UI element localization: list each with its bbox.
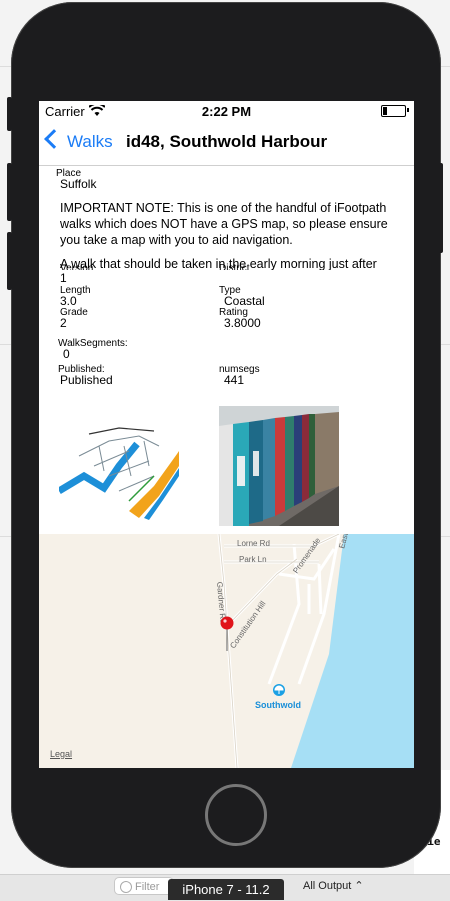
walk-description[interactable]: IMPORTANT NOTE: This is one of the handf… — [60, 200, 398, 270]
district-label: District — [219, 263, 250, 270]
map-road-label: Park Ln — [239, 555, 267, 564]
version-value: 1 — [60, 271, 67, 285]
volume-down-button — [7, 232, 12, 290]
navigation-bar: Walks id48, Southwold Harbour — [39, 121, 414, 166]
output-selector[interactable]: All Output ⌃ — [303, 879, 364, 892]
battery-icon — [381, 105, 406, 117]
filter-icon — [120, 881, 132, 893]
map-place-label: Southwold — [255, 700, 301, 710]
numsegs-value: 441 — [224, 373, 245, 387]
route-map-image[interactable] — [57, 406, 179, 526]
rating-value: 3.8000 — [224, 316, 261, 330]
home-button[interactable] — [205, 784, 267, 846]
filter-input[interactable]: Filter — [114, 877, 174, 895]
walksegments-value: 0 — [63, 347, 70, 361]
device-label: iPhone 7 - 11.2 — [168, 879, 284, 900]
length-value: 3.0 — [60, 294, 77, 308]
back-button[interactable]: Walks — [44, 129, 113, 152]
back-label: Walks — [67, 132, 113, 151]
chevron-left-icon — [44, 129, 64, 149]
legal-link[interactable]: Legal — [50, 749, 72, 759]
power-button — [438, 163, 443, 253]
simulator-screen: Carrier 2:22 PM Walks id48, Southwold Ha… — [39, 101, 414, 768]
status-time: 2:22 PM — [201, 104, 252, 119]
description-paragraph: IMPORTANT NOTE: This is one of the handf… — [60, 201, 388, 247]
filter-placeholder: Filter — [135, 881, 160, 893]
version-label: Version — [60, 263, 94, 270]
silent-switch — [7, 97, 12, 131]
battery-tip — [407, 108, 409, 112]
grade-value: 2 — [60, 316, 67, 330]
published-value: Published — [60, 373, 113, 387]
map-road-label: Lorne Rd — [237, 539, 270, 548]
beach-huts-photo[interactable] — [219, 406, 339, 526]
beach-icon — [273, 684, 285, 696]
type-value: Coastal — [224, 294, 265, 308]
status-bar: Carrier 2:22 PM — [39, 101, 414, 121]
page-title: id48, Southwold Harbour — [126, 132, 328, 151]
place-value: Suffolk — [60, 177, 97, 191]
map-view[interactable]: Lorne Rd Park Ln Promenade Gardner Rd Co… — [39, 534, 414, 768]
volume-up-button — [7, 163, 12, 221]
